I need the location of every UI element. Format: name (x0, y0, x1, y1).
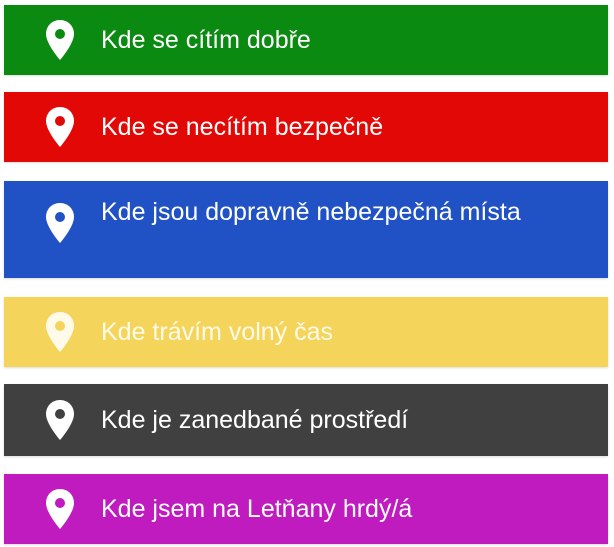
category-button-feel-good[interactable]: Kde se cítím dobře (4, 5, 608, 75)
map-pin-icon (44, 202, 76, 244)
category-button-label: Kde jsem na Letňany hrdý/á (101, 494, 413, 523)
category-button-proud[interactable]: Kde jsem na Letňany hrdý/á (4, 474, 608, 544)
category-button-free-time[interactable]: Kde trávím volný čas (4, 297, 608, 367)
category-button-label: Kde trávím volný čas (101, 317, 334, 346)
map-pin-icon (44, 19, 76, 61)
category-button-label: Kde se necítím bezpečně (101, 112, 384, 141)
map-pin-icon (44, 399, 76, 441)
map-pin-icon (44, 488, 76, 530)
category-button-neglected[interactable]: Kde je zanedbané prostředí (4, 384, 608, 456)
category-button-label: Kde se cítím dobře (101, 25, 311, 54)
map-pin-icon (44, 106, 76, 148)
category-button-unsafe[interactable]: Kde se necítím bezpečně (4, 92, 608, 162)
category-button-label: Kde jsou dopravně nebezpečná místa (101, 198, 521, 226)
map-pin-icon (44, 311, 76, 353)
category-button-traffic-danger[interactable]: Kde jsou dopravně nebezpečná místa (4, 181, 608, 278)
category-button-label: Kde je zanedbané prostředí (101, 405, 409, 434)
